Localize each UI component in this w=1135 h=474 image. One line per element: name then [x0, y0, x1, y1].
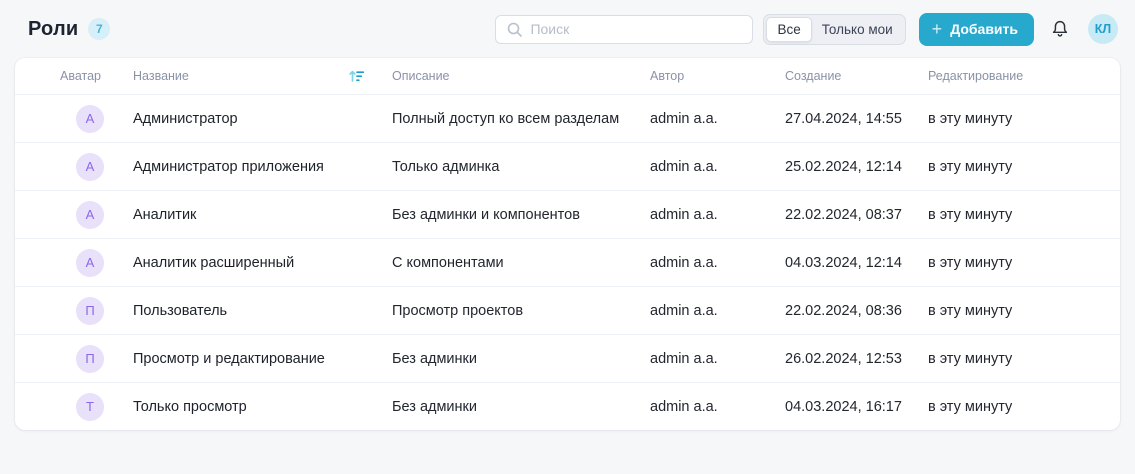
role-name: Администратор [133, 110, 238, 127]
role-author: admin a.a. [650, 254, 718, 271]
role-description: Просмотр проектов [392, 302, 524, 319]
role-avatar: П [76, 344, 104, 373]
role-avatar: А [76, 152, 104, 181]
avatar-cell: А [60, 200, 133, 229]
role-created: 04.03.2024, 12:14 [785, 254, 902, 271]
table-row[interactable]: А Аналитик Без админки и компонентов adm… [15, 190, 1120, 238]
role-created: 25.02.2024, 12:14 [785, 158, 902, 175]
role-description: С компонентами [392, 254, 504, 271]
role-name: Просмотр и редактирование [133, 350, 325, 367]
notification-bell-icon[interactable] [1049, 18, 1071, 40]
column-header-author: Автор [650, 69, 685, 83]
role-name: Пользователь [133, 302, 228, 319]
add-button-label: Добавить [950, 21, 1018, 37]
role-created: 22.02.2024, 08:36 [785, 302, 902, 319]
role-description: Полный доступ ко всем разделам [392, 110, 620, 127]
role-avatar: А [76, 248, 104, 277]
top-bar: Роли 7 Все Только мои + Добавить КЛ [0, 0, 1135, 58]
user-avatar[interactable]: КЛ [1088, 14, 1118, 44]
page-title: Роли [28, 17, 79, 40]
role-avatar: П [76, 296, 104, 325]
avatar-cell: А [60, 152, 133, 181]
avatar-cell: Т [60, 392, 133, 421]
role-description: Без админки [392, 398, 477, 415]
roles-count-badge: 7 [88, 18, 111, 40]
role-avatar: Т [76, 392, 104, 421]
role-edited: в эту минуту [928, 158, 1013, 175]
role-name: Администратор приложения [133, 158, 324, 175]
column-header-name: Название [133, 65, 392, 87]
table-row[interactable]: А Администратор Полный доступ ко всем ра… [15, 94, 1120, 142]
roles-table: Аватар Название Описание Автор Создание … [15, 58, 1120, 430]
add-role-button[interactable]: + Добавить [918, 12, 1034, 46]
avatar-cell: А [60, 104, 133, 133]
table-row[interactable]: П Просмотр и редактирование Без админки … [15, 334, 1120, 382]
role-author: admin a.a. [650, 350, 718, 367]
role-created: 27.04.2024, 14:55 [785, 110, 902, 127]
column-header-avatar: Аватар [60, 69, 102, 83]
search-icon [506, 21, 523, 38]
role-edited: в эту минуту [928, 254, 1013, 271]
search-input[interactable] [530, 21, 743, 37]
column-header-name-label: Название [133, 69, 189, 83]
filter-mine-button[interactable]: Только мои [812, 17, 903, 42]
table-row[interactable]: А Администратор приложения Только админк… [15, 142, 1120, 190]
role-name: Аналитик [133, 206, 197, 223]
role-description: Только админка [392, 158, 500, 175]
sort-ascending-icon[interactable] [345, 65, 367, 87]
role-edited: в эту минуту [928, 302, 1013, 319]
column-header-description: Описание [392, 69, 450, 83]
search-box[interactable] [495, 14, 754, 44]
title-group: Роли 7 [28, 17, 111, 41]
role-edited: в эту минуту [928, 350, 1013, 367]
table-row[interactable]: А Аналитик расширенный С компонентами ad… [15, 238, 1120, 286]
role-name: Аналитик расширенный [133, 254, 295, 271]
column-header-created: Создание [785, 69, 842, 83]
role-author: admin a.a. [650, 302, 718, 319]
role-created: 04.03.2024, 16:17 [785, 398, 902, 415]
filter-all-button[interactable]: Все [766, 16, 812, 42]
role-avatar: А [76, 200, 104, 229]
role-author: admin a.a. [650, 206, 718, 223]
role-created: 22.02.2024, 08:37 [785, 206, 902, 223]
role-author: admin a.a. [650, 110, 718, 127]
role-edited: в эту минуту [928, 110, 1013, 127]
table-row[interactable]: Т Только просмотр Без админки admin a.a.… [15, 382, 1120, 430]
ownership-filter: Все Только мои [763, 13, 906, 45]
role-edited: в эту минуту [928, 206, 1013, 223]
role-description: Без админки [392, 350, 477, 367]
table-header-row: Аватар Название Описание Автор Создание … [15, 58, 1120, 94]
role-created: 26.02.2024, 12:53 [785, 350, 902, 367]
plus-icon: + [931, 19, 943, 39]
table-body: А Администратор Полный доступ ко всем ра… [15, 94, 1120, 430]
column-header-edited: Редактирование [928, 69, 1024, 83]
role-description: Без админки и компонентов [392, 206, 580, 223]
avatar-cell: А [60, 248, 133, 277]
role-author: admin a.a. [650, 158, 718, 175]
role-author: admin a.a. [650, 398, 718, 415]
avatar-cell: П [60, 344, 133, 373]
avatar-cell: П [60, 296, 133, 325]
role-avatar: А [76, 104, 104, 133]
role-name: Только просмотр [133, 398, 247, 415]
table-row[interactable]: П Пользователь Просмотр проектов admin a… [15, 286, 1120, 334]
role-edited: в эту минуту [928, 398, 1013, 415]
